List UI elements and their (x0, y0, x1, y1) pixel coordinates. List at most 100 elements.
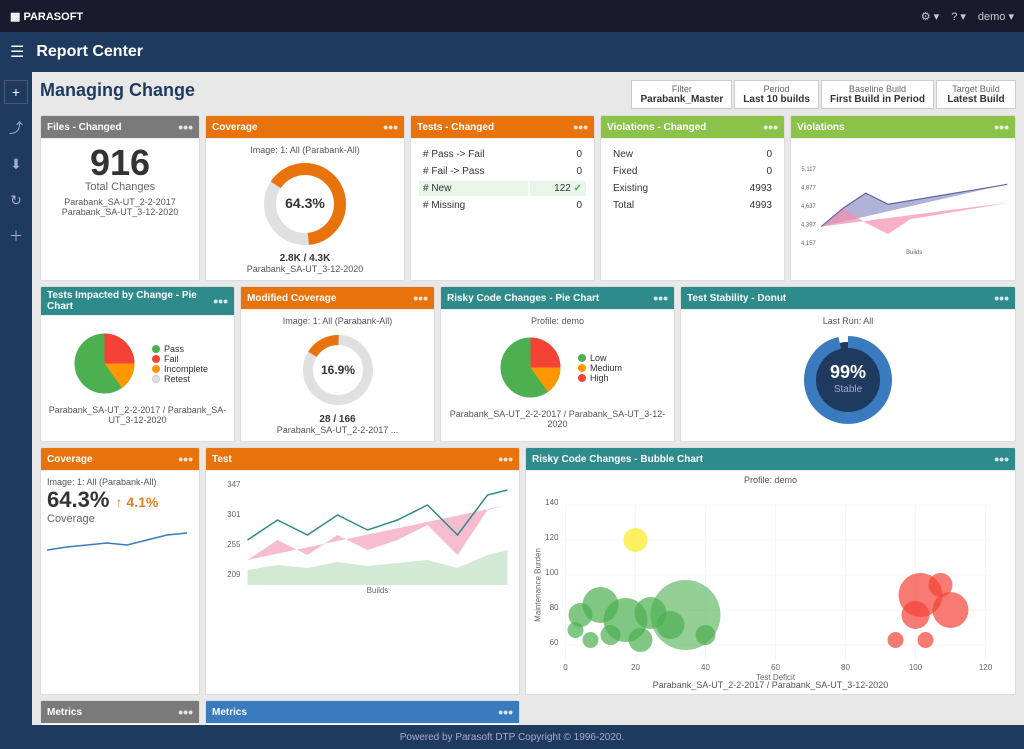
svg-text:4,397: 4,397 (801, 223, 816, 229)
sidebar: + ⤴ ⬇ ↻ ＋ (0, 72, 32, 725)
sidebar-add-icon[interactable]: + (4, 80, 28, 104)
widget-bubble-body: Profile: demo Maintenance Burden 140 120… (526, 471, 1015, 694)
svg-text:64.3%: 64.3% (285, 195, 325, 211)
widget-bubble-menu[interactable]: ••• (994, 451, 1009, 467)
svg-text:347: 347 (227, 480, 241, 489)
svg-text:80: 80 (550, 603, 559, 612)
files-big-label: Total Changes (47, 181, 193, 193)
test-line-chart: 347 301 255 209 (210, 475, 515, 595)
logo-text: PARASOFT (23, 11, 83, 23)
table-row: Total4993 (609, 198, 776, 213)
widget-tests-body: # Pass -> Fail0 # Fail -> Pass0 # New122… (411, 139, 594, 221)
nav-right: ⚙ ▾ ? ▾ demo ▾ (921, 10, 1014, 23)
widget-violations-body: New0 Fixed0 Existing4993 Total4993 (601, 139, 784, 221)
widget-metricssm-body: 169 Sum Number of Files (41, 724, 199, 725)
widget-violations-chart: Violations ••• 5,117 4,877 4,637 4,397 4… (790, 115, 1016, 281)
dashboard-grid: Files - Changed ••• 916 Total Changes Pa… (40, 115, 1016, 725)
widget-testchart-header: Test ••• (206, 448, 519, 471)
files-big-number: 916 (47, 145, 193, 181)
bubble-sub: Parabank_SA-UT_2-2-2017 / Parabank_SA-UT… (530, 680, 1011, 690)
table-row: Existing4993 (609, 181, 776, 196)
svg-text:Maintenance Burden: Maintenance Burden (534, 548, 543, 622)
svg-text:60: 60 (550, 638, 559, 647)
widget-metricstbl-header: Metrics ••• (206, 701, 519, 724)
widget-modcov-menu[interactable]: ••• (413, 290, 428, 306)
svg-text:120: 120 (979, 663, 993, 672)
svg-text:20: 20 (631, 663, 640, 672)
widget-tests-menu[interactable]: ••• (573, 119, 588, 135)
widget-riskypie-menu[interactable]: ••• (653, 290, 668, 306)
widget-files-body: 916 Total Changes Parabank_SA-UT_2-2-201… (41, 139, 199, 223)
widget-violations-chart-menu[interactable]: ••• (994, 119, 1009, 135)
filter-box-0: Filter Parabank_Master (631, 80, 732, 109)
widget-riskypie-body: Profile: demo Low Medium High (441, 310, 674, 435)
sidebar-plus-icon[interactable]: ＋ (4, 224, 28, 248)
filter-box-1: Period Last 10 builds (734, 80, 819, 109)
widget-metrics-table: Metrics ••• Metrics Avg Min Max (205, 700, 520, 725)
widget-cov2-header: Coverage ••• (41, 448, 199, 471)
violations-table: New0 Fixed0 Existing4993 Total4993 (607, 145, 778, 215)
svg-text:4,157: 4,157 (801, 241, 816, 247)
main-content: Managing Change Filter Parabank_Master P… (32, 72, 1024, 725)
widget-pie-header: Tests Impacted by Change - Pie Chart ••• (41, 287, 234, 316)
table-row: # Fail -> Pass0 (419, 164, 586, 179)
widget-testchart-menu[interactable]: ••• (498, 451, 513, 467)
svg-text:40: 40 (701, 663, 710, 672)
widget-modcov-body: Image: 1: All (Parabank-All) 16.9% 28 / … (241, 310, 434, 441)
widget-violations-menu[interactable]: ••• (763, 119, 778, 135)
widget-pie-body: Pass Fail Incomplete Retest Parabank_SA-… (41, 316, 234, 431)
widget-stability-menu[interactable]: ••• (994, 290, 1009, 306)
user-menu[interactable]: demo ▾ (978, 10, 1014, 23)
widget-coverage-header: Coverage ••• (206, 116, 404, 139)
page-header: Managing Change Filter Parabank_Master P… (40, 80, 1016, 109)
sidebar-share-icon[interactable]: ⤴ (4, 116, 28, 140)
coverage-sub: Parabank_SA-UT_3-12-2020 (212, 264, 398, 274)
svg-text:99%: 99% (830, 362, 866, 382)
widget-coverage: Coverage ••• Image: 1: All (Parabank-All… (205, 115, 405, 281)
widget-files-menu[interactable]: ••• (178, 119, 193, 135)
sidebar-refresh-icon[interactable]: ↻ (4, 188, 28, 212)
tests-table: # Pass -> Fail0 # Fail -> Pass0 # New122… (417, 145, 588, 215)
svg-text:209: 209 (227, 570, 241, 579)
widget-tests-changed: Tests - Changed ••• # Pass -> Fail0 # Fa… (410, 115, 595, 281)
svg-text:5,117: 5,117 (801, 167, 815, 173)
widget-stability: Test Stability - Donut ••• Last Run: All… (680, 286, 1016, 442)
svg-text:Builds: Builds (906, 250, 922, 256)
widget-stability-body: Last Run: All 99% Stable (681, 310, 1015, 440)
widget-modified-coverage: Modified Coverage ••• Image: 1: All (Par… (240, 286, 435, 442)
svg-text:60: 60 (771, 663, 780, 672)
top-navigation: ▩ PARASOFT ⚙ ▾ ? ▾ demo ▾ (0, 0, 1024, 32)
widget-modcov-header: Modified Coverage ••• (241, 287, 434, 310)
filter-box-2: Baseline Build First Build in Period (821, 80, 934, 109)
widget-cov2-menu[interactable]: ••• (178, 451, 193, 467)
widget-metricstbl-menu[interactable]: ••• (498, 704, 513, 720)
widget-tests-header: Tests - Changed ••• (411, 116, 594, 139)
widget-pie-menu[interactable]: ••• (213, 293, 228, 309)
widget-violations-chart-body: 5,117 4,877 4,637 4,397 4,157 (791, 139, 1015, 277)
row-2: Tests Impacted by Change - Pie Chart ••• (40, 286, 1016, 442)
coverage-sparkline (47, 525, 187, 555)
hamburger-menu[interactable]: ☰ (10, 42, 24, 62)
pie-legend: Pass Fail Incomplete Retest (152, 344, 208, 384)
svg-text:100: 100 (909, 663, 923, 672)
widget-metricstbl-body: Metrics Avg Min Max Sum Maintainability … (206, 724, 519, 725)
widget-metricssm-header: Metrics ••• (41, 701, 199, 724)
widget-coverage-menu[interactable]: ••• (383, 119, 398, 135)
stability-donut: 99% Stable (687, 330, 1009, 430)
svg-text:100: 100 (545, 568, 559, 577)
svg-text:Stable: Stable (834, 384, 863, 395)
sidebar-download-icon[interactable]: ⬇ (4, 152, 28, 176)
modcov-sub: Parabank_SA-UT_2-2-2017 ... (247, 425, 428, 435)
svg-text:80: 80 (841, 663, 850, 672)
cov2-label: Coverage (47, 513, 193, 525)
nav-left: ▩ PARASOFT (10, 10, 83, 23)
gear-icon[interactable]: ⚙ ▾ (921, 10, 939, 23)
table-row-highlight: # New122 ✓ (419, 181, 586, 196)
widget-pie-chart: Tests Impacted by Change - Pie Chart ••• (40, 286, 235, 442)
cov2-change: ↑ 4.1% (116, 494, 159, 510)
widget-files-header: Files - Changed ••• (41, 116, 199, 139)
widget-risky-pie: Risky Code Changes - Pie Chart ••• Profi… (440, 286, 675, 442)
files-sub2: Parabank_SA-UT_3-12-2020 (47, 207, 193, 217)
help-icon[interactable]: ? ▾ (951, 10, 966, 23)
widget-metricssm-menu[interactable]: ••• (178, 704, 193, 720)
